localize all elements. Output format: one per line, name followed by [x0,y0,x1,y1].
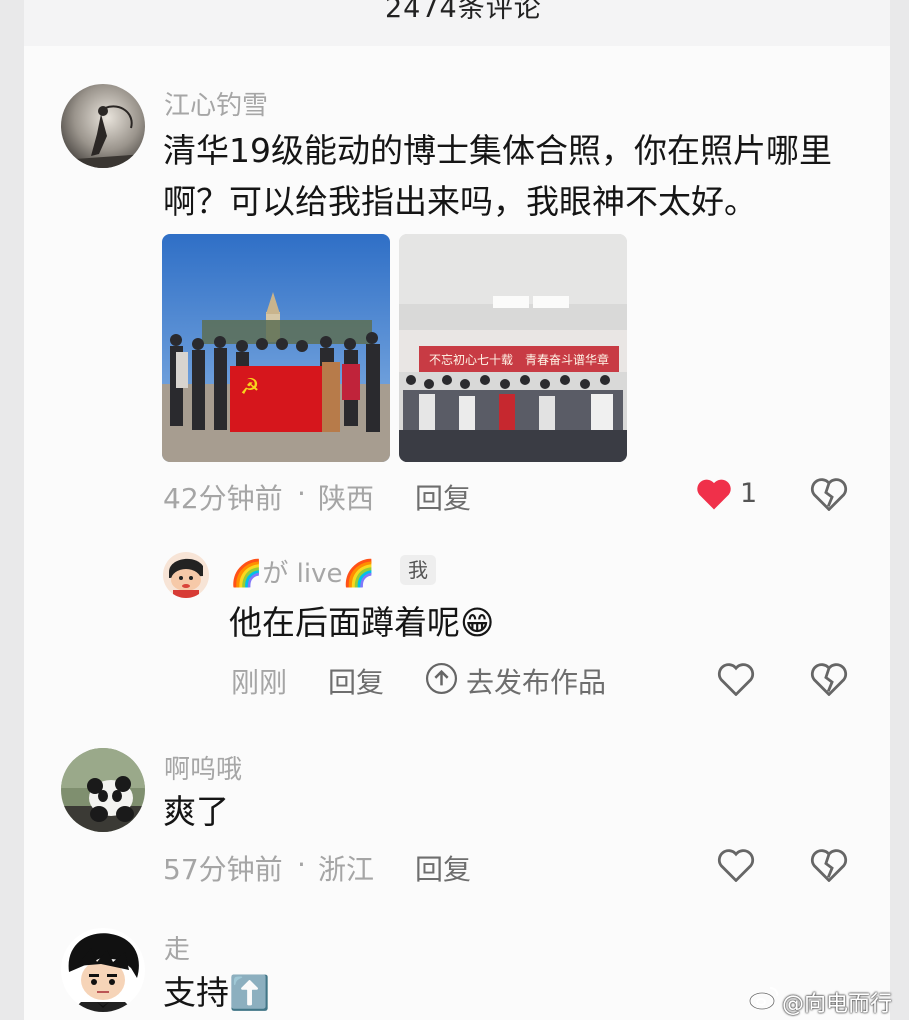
comment-time: 57分钟前 [163,853,283,886]
avatar[interactable] [61,928,145,1012]
heart-filled-icon[interactable] [695,477,733,511]
comment-location: 浙江 [318,853,375,886]
broken-heart-icon[interactable] [810,477,848,512]
publish-work-button[interactable]: 去发布作品 [466,661,606,701]
comment-location: 陕西 [318,482,375,515]
comment-photo-2[interactable]: 不忘初心七十载 青春奋斗谱华章 [399,234,627,462]
comment-username[interactable]: 江心钓雪 [164,85,268,122]
reply-username[interactable]: 🌈が live🌈 [230,553,375,590]
comment-text: 爽了 [163,792,229,831]
comment-photo-1[interactable]: ☭ [162,234,390,462]
comment-text: 支持⬆️ [163,973,271,1012]
reply-text: 他在后面蹲着呢😁 [229,603,495,642]
comment-time: 42分钟前 [163,482,283,515]
comment-count: 2474条评论 [385,0,542,24]
avatar[interactable] [163,552,209,598]
upload-circle-icon[interactable] [425,662,458,695]
avatar[interactable] [61,84,145,168]
author-badge: 我 [400,555,436,585]
reply-button[interactable]: 回复 [415,477,471,517]
comment-text-line-1: 清华19级能动的博士集体合照，你在照片哪里 [163,131,832,170]
reply-time: 刚刚 [231,666,288,699]
broken-heart-icon[interactable] [810,662,848,697]
heart-outline-icon[interactable] [717,662,755,697]
broken-heart-icon[interactable] [810,848,848,883]
comment-username[interactable]: 走 [164,929,190,966]
avatar[interactable] [61,748,145,832]
separator-dot: · [297,848,306,881]
heart-outline-icon[interactable] [717,848,755,883]
reply-button[interactable]: 回复 [415,848,471,888]
weibo-logo-icon [748,984,780,1012]
like-count: 1 [740,478,758,509]
comment-username[interactable]: 啊呜哦 [164,749,242,786]
photo-banner-text: 不忘初心七十载 青春奋斗谱华章 [429,352,609,367]
separator-dot: · [297,477,306,510]
comment-text-line-2: 啊？可以给我指出来吗，我眼神不太好。 [163,182,757,221]
svg-text:☭: ☭ [240,375,260,400]
watermark-text: @向电而行 [782,992,893,1017]
reply-button[interactable]: 回复 [328,661,384,701]
